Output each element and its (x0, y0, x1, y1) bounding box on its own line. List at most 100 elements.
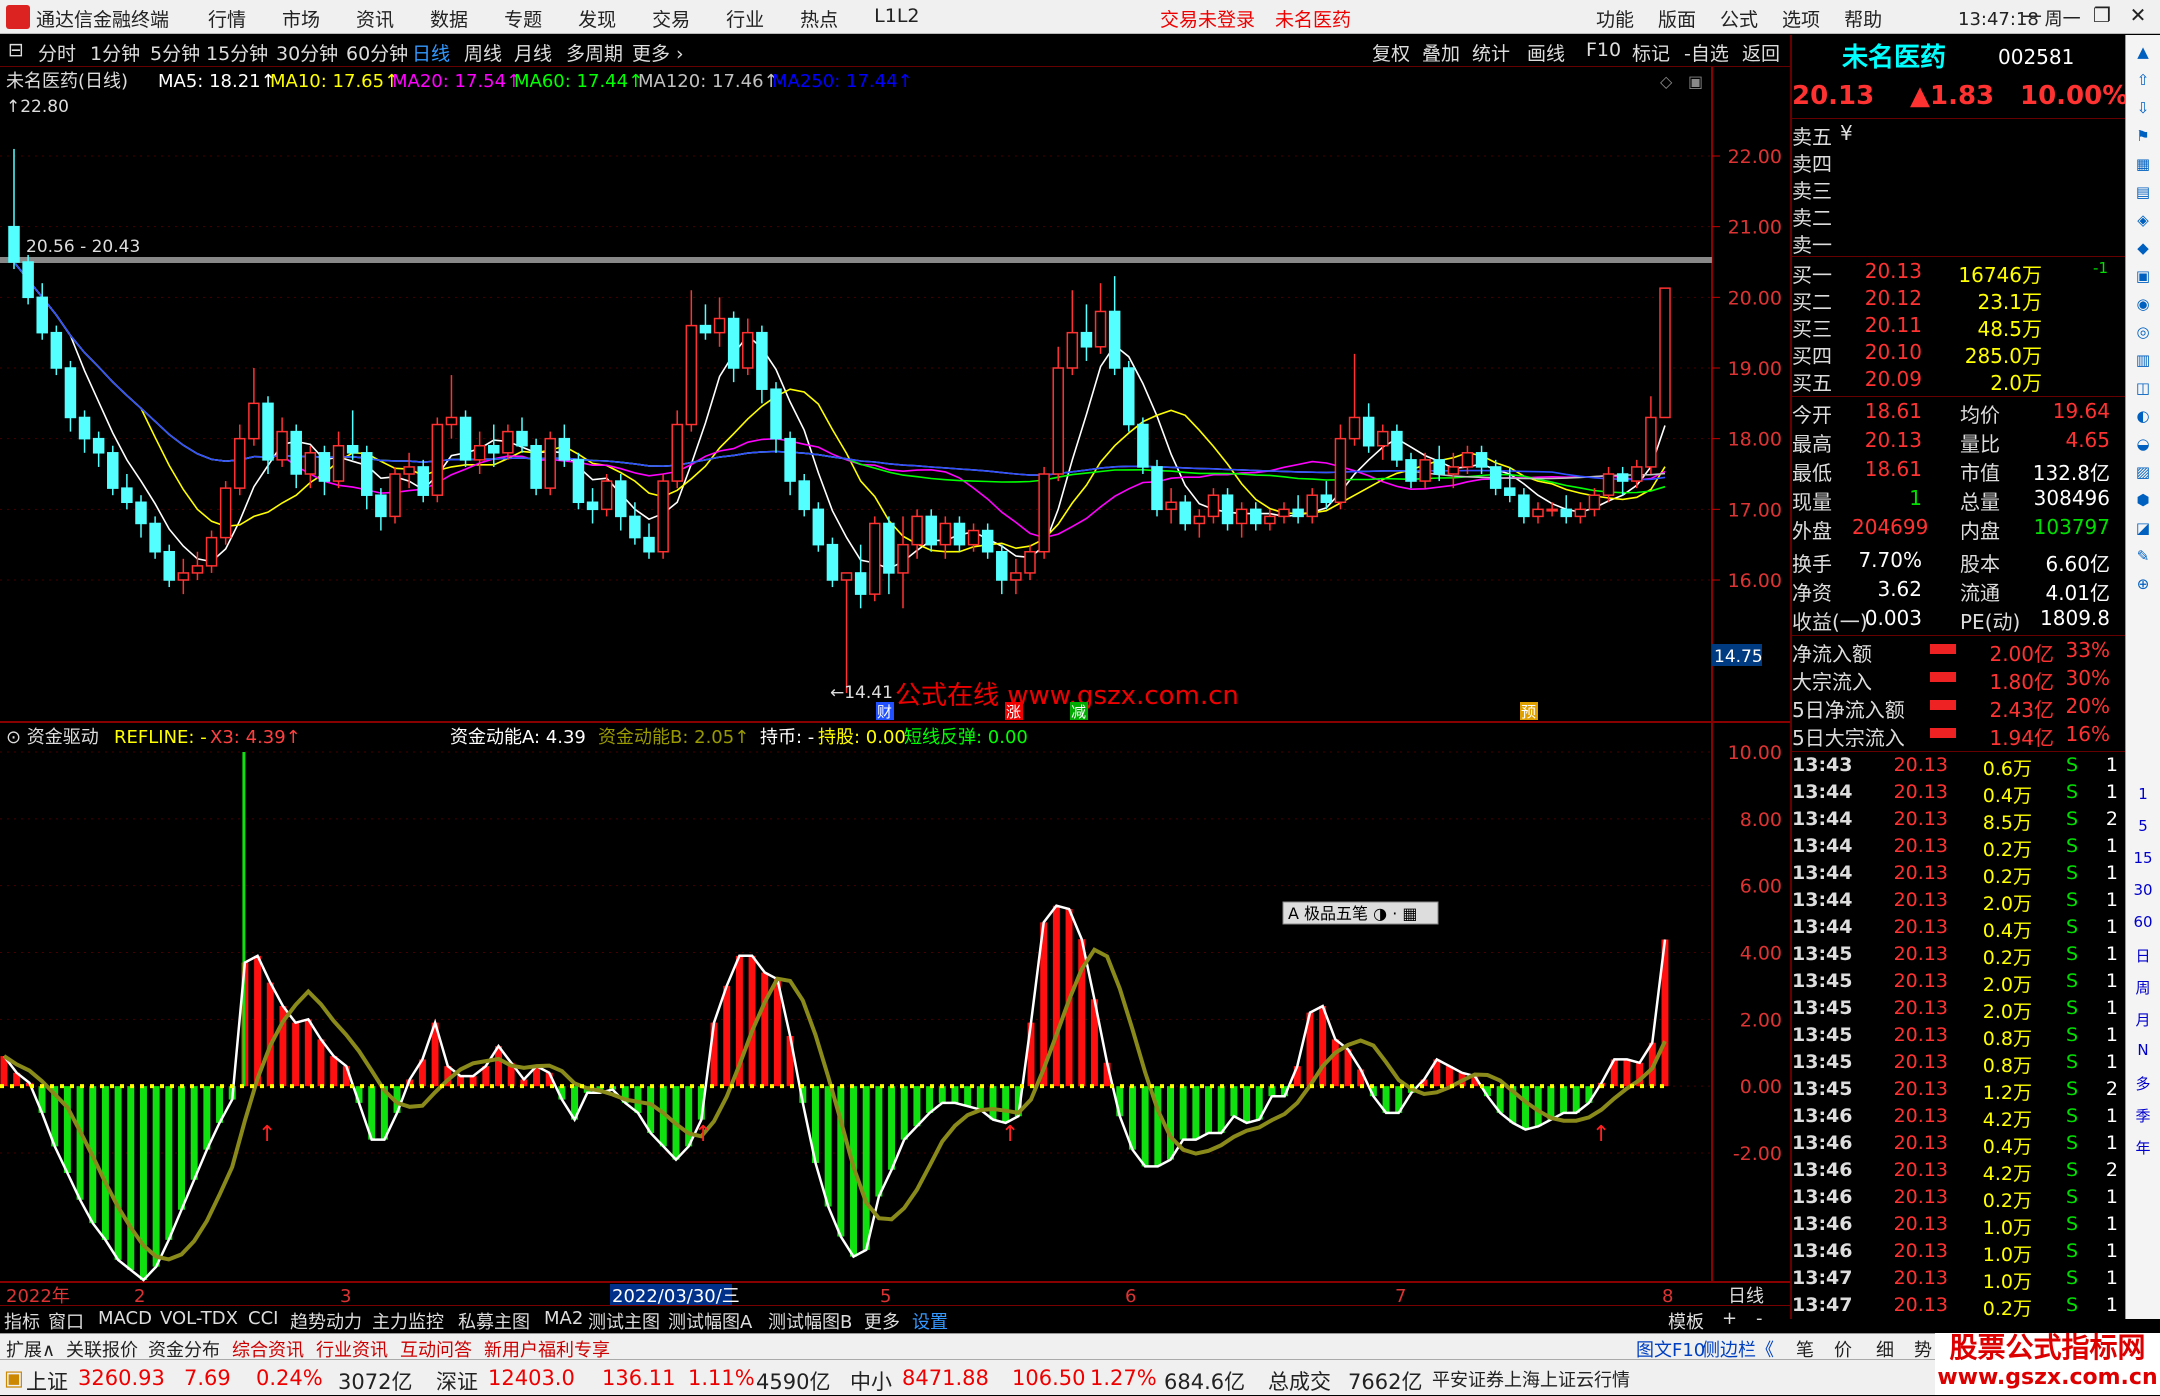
sidebar-tool-icon-3[interactable]: ⚑ (2130, 127, 2156, 153)
period-tab-7[interactable]: 周线 (464, 39, 502, 66)
menu-item-2[interactable]: 资讯 (356, 5, 394, 32)
chart-tool-0[interactable]: 复权 (1372, 39, 1410, 66)
sidebar-tool-icon-16[interactable]: ⬢ (2130, 491, 2156, 517)
period-tab-5[interactable]: 60分钟 (346, 39, 408, 66)
alert-0[interactable]: 交易未登录 (1160, 9, 1255, 31)
period-menu-icon[interactable]: ⊟ (8, 39, 24, 61)
indicator-tab-6[interactable]: 主力监控 (372, 1308, 444, 1334)
sidebar-period-2[interactable]: 15 (2130, 849, 2156, 875)
diamond-icon[interactable]: ◇ (1660, 72, 1673, 91)
chart-tool-6[interactable]: -自选 (1684, 39, 1729, 66)
sidebar-period-11[interactable]: 年 (2130, 1137, 2156, 1163)
period-tab-3[interactable]: 15分钟 (206, 39, 268, 66)
right-menu-item-3[interactable]: 选项 (1782, 5, 1820, 32)
sidebar-tool-icon-13[interactable]: ◐ (2130, 407, 2156, 433)
menu-item-4[interactable]: 专题 (504, 5, 542, 32)
alert-1[interactable]: 未名医药 (1275, 9, 1351, 31)
sidebar-tool-icon-7[interactable]: ◆ (2130, 239, 2156, 265)
period-tab-10[interactable]: 更多 › (632, 39, 684, 66)
sidebar-tool-icon-2[interactable]: ⇩ (2130, 99, 2156, 125)
indicator-tab-8[interactable]: MA2 (544, 1308, 583, 1329)
close-icon[interactable]: ✕ (2124, 3, 2152, 27)
minimize-icon[interactable]: — (2018, 3, 2046, 27)
sidebar-period-4[interactable]: 60 (2130, 913, 2156, 939)
sidebar-tool-icon-1[interactable]: ⇧ (2130, 71, 2156, 97)
sidebar-period-0[interactable]: 1 (2130, 785, 2156, 811)
sidebar-tool-icon-0[interactable]: ▲ (2130, 43, 2156, 69)
period-tab-6[interactable]: 日线 (412, 39, 450, 66)
buy-row[interactable]: 买二 20.12 23.1万 (1792, 286, 2122, 314)
sidebar-period-9[interactable]: 多 (2130, 1073, 2156, 1099)
sidebar-tool-icon-17[interactable]: ◪ (2130, 519, 2156, 545)
indicator-tab-11[interactable]: 测试幅图B (768, 1308, 852, 1334)
menu-item-8[interactable]: 热点 (800, 5, 838, 32)
indicator-tab-12[interactable]: 更多 (864, 1308, 900, 1334)
indicator-tab-13[interactable]: 设置 (912, 1308, 948, 1334)
restore-icon[interactable]: ❐ (2088, 3, 2116, 27)
right-menu-item-2[interactable]: 公式 (1720, 5, 1758, 32)
period-tab-8[interactable]: 月线 (514, 39, 552, 66)
menu-item-0[interactable]: 行情 (208, 5, 246, 32)
sidebar-tool-icon-6[interactable]: ◈ (2130, 211, 2156, 237)
right-menu-item-1[interactable]: 版面 (1658, 5, 1696, 32)
period-tab-0[interactable]: 分时 (38, 39, 76, 66)
indicator-tab-5[interactable]: 趋势动力 (290, 1308, 362, 1334)
sidebar-period-8[interactable]: N (2130, 1041, 2156, 1067)
zx-label[interactable]: 中小 (850, 1366, 892, 1396)
chart-tool-5[interactable]: 标记 (1632, 39, 1670, 66)
sidebar-period-10[interactable]: 季 (2130, 1105, 2156, 1131)
buy-row[interactable]: 买四 20.10 285.0万 (1792, 340, 2122, 368)
indicator-tab-16[interactable]: - (1756, 1308, 1763, 1329)
indicator-tab-1[interactable]: 窗口 (48, 1308, 84, 1334)
sidebar-tool-icon-5[interactable]: ▤ (2130, 183, 2156, 209)
right-menu-item-4[interactable]: 帮助 (1844, 5, 1882, 32)
chart-svg[interactable]: 22.0021.0020.0019.0018.0017.0016.0010.00… (0, 67, 1790, 1319)
sidebar-tool-icon-11[interactable]: ▥ (2130, 351, 2156, 377)
sidebar-tool-icon-4[interactable]: ▦ (2130, 155, 2156, 181)
buy-row[interactable]: 买一 20.13 16746万 -1 (1792, 259, 2122, 287)
chart-tool-4[interactable]: F10 (1586, 39, 1621, 61)
indicator-tab-7[interactable]: 私募主图 (458, 1308, 530, 1334)
sz-label[interactable]: 深证 (436, 1366, 478, 1396)
sidebar-period-7[interactable]: 月 (2130, 1009, 2156, 1035)
sidebar-tool-icon-15[interactable]: ▨ (2130, 463, 2156, 489)
indicator-tab-15[interactable]: + (1722, 1308, 1737, 1329)
indicator-tab-2[interactable]: MACD (98, 1308, 152, 1329)
sidebar-tool-icon-12[interactable]: ◫ (2130, 379, 2156, 405)
period-tab-1[interactable]: 1分钟 (90, 39, 140, 66)
period-tab-2[interactable]: 5分钟 (150, 39, 200, 66)
menu-item-7[interactable]: 行业 (726, 5, 764, 32)
menu-item-3[interactable]: 数据 (430, 5, 468, 32)
indicator-tab-3[interactable]: VOL-TDX (160, 1308, 238, 1329)
sidebar-tool-icon-10[interactable]: ◎ (2130, 323, 2156, 349)
sidebar-period-6[interactable]: 周 (2130, 977, 2156, 1003)
period-tab-9[interactable]: 多周期 (566, 39, 623, 66)
right-menu-item-0[interactable]: 功能 (1596, 5, 1634, 32)
panel-toggle-icon[interactable]: ▣ (1688, 72, 1703, 91)
sidebar-tool-icon-14[interactable]: ◒ (2130, 435, 2156, 461)
chart-tool-3[interactable]: 画线 (1527, 39, 1565, 66)
indicator-tab-0[interactable]: 指标 (4, 1308, 40, 1334)
sidebar-tool-icon-9[interactable]: ◉ (2130, 295, 2156, 321)
sidebar-period-1[interactable]: 5 (2130, 817, 2156, 843)
broker-label[interactable]: 平安证券上海上证云行情 (1432, 1366, 1630, 1392)
chart-tool-1[interactable]: 叠加 (1422, 39, 1460, 66)
indicator-tab-9[interactable]: 测试主图 (588, 1308, 660, 1334)
chart-tool-7[interactable]: 返回 (1742, 39, 1780, 66)
menu-item-5[interactable]: 发现 (578, 5, 616, 32)
period-tab-4[interactable]: 30分钟 (276, 39, 338, 66)
menu-item-6[interactable]: 交易 (652, 5, 690, 32)
chart-tool-2[interactable]: 统计 (1472, 39, 1510, 66)
sidebar-tool-icon-19[interactable]: ⊕ (2130, 575, 2156, 601)
sidebar-tool-icon-8[interactable]: ▣ (2130, 267, 2156, 293)
indicator-tab-10[interactable]: 测试幅图A (668, 1308, 752, 1334)
buy-row[interactable]: 买三 20.11 48.5万 (1792, 313, 2122, 341)
indicator-tab-14[interactable]: 模板 (1668, 1308, 1704, 1334)
menu-item-9[interactable]: L1L2 (874, 5, 919, 32)
sh-label[interactable]: 上证 (26, 1366, 68, 1396)
menu-item-1[interactable]: 市场 (282, 5, 320, 32)
buy-row[interactable]: 买五 20.09 2.0万 (1792, 367, 2122, 395)
sidebar-period-3[interactable]: 30 (2130, 881, 2156, 907)
status-menu-icon[interactable]: ▣ (4, 1366, 24, 1390)
sidebar-period-5[interactable]: 日 (2130, 945, 2156, 971)
